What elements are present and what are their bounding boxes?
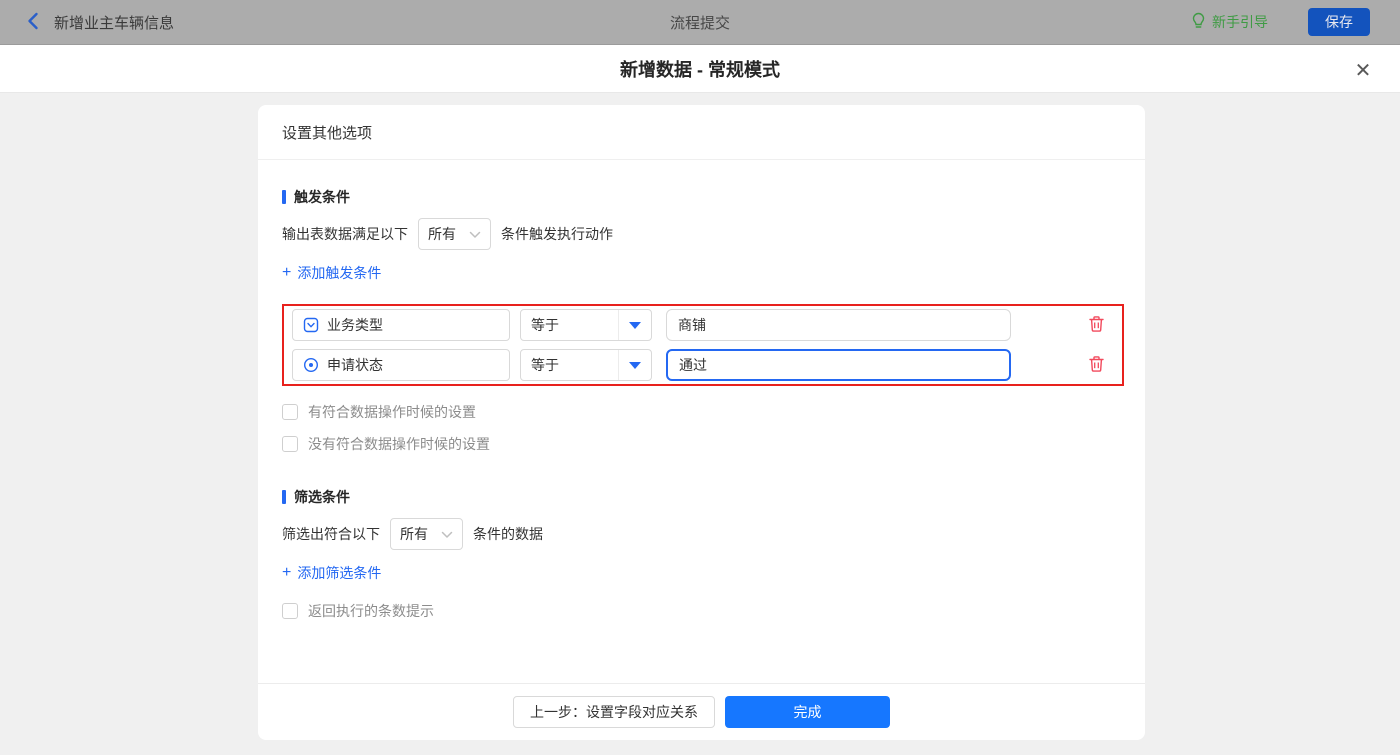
filter-sentence-suffix: 条件的数据 xyxy=(473,526,543,542)
condition-row: 申请状态 等于 xyxy=(292,349,1122,381)
trash-icon xyxy=(1088,315,1105,336)
matched-data-settings-checkbox[interactable]: 有符合数据操作时候的设置 xyxy=(282,402,1121,422)
checkbox-icon xyxy=(282,436,298,452)
trigger-conditions-annotated-block: 业务类型 等于 商铺 申请状态 等于 通过 xyxy=(282,304,1124,386)
condition-field-select[interactable]: 申请状态 xyxy=(292,349,510,381)
checkbox-icon xyxy=(282,603,298,619)
delete-condition-button[interactable] xyxy=(1086,315,1106,335)
condition-row: 业务类型 等于 xyxy=(292,309,1122,341)
caret-down-icon xyxy=(618,350,651,380)
delete-condition-button[interactable] xyxy=(1086,355,1106,375)
condition-value-input[interactable] xyxy=(666,349,1011,381)
lightbulb-icon xyxy=(1191,12,1212,33)
trigger-sentence-row: 输出表数据满足以下 所有 条件触发执行动作 xyxy=(282,218,1121,250)
modal-header: 新增数据 - 常规模式 ✕ xyxy=(0,45,1400,93)
add-filter-condition-link[interactable]: + 添加筛选条件 xyxy=(282,563,381,583)
condition-operator-select[interactable]: 等于 xyxy=(520,309,652,341)
no-matched-data-settings-checkbox[interactable]: 没有符合数据操作时候的设置 xyxy=(282,434,1121,454)
modal-title: 新增数据 - 常规模式 xyxy=(620,59,780,80)
previous-step-button[interactable]: 上一步：设置字段对应关系 xyxy=(513,696,715,728)
chevron-left-icon xyxy=(26,12,40,33)
beginner-guide-label: 新手引导 xyxy=(1212,14,1268,30)
plus-icon: + xyxy=(282,564,292,581)
beginner-guide-link[interactable]: 新手引导 xyxy=(1191,12,1268,33)
filter-sentence-prefix: 筛选出符合以下 xyxy=(282,526,380,542)
add-trigger-condition-link[interactable]: + 添加触发条件 xyxy=(282,263,381,283)
trigger-sentence-suffix: 条件触发执行动作 xyxy=(501,226,613,242)
condition-field-select[interactable]: 业务类型 xyxy=(292,309,510,341)
done-button[interactable]: 完成 xyxy=(725,696,890,728)
checkbox-icon xyxy=(282,404,298,420)
trigger-sentence-prefix: 输出表数据满足以下 xyxy=(282,226,408,242)
close-icon[interactable]: ✕ xyxy=(1350,57,1376,83)
trigger-match-select[interactable]: 所有 xyxy=(418,218,491,250)
trigger-section-title: 触发条件 xyxy=(282,187,1121,207)
section-marker xyxy=(282,190,286,204)
modal-body: 设置其他选项 触发条件 输出表数据满足以下 所有 条件触发执行动作 + 添加触发… xyxy=(0,93,1400,755)
filter-match-select[interactable]: 所有 xyxy=(390,518,463,550)
card-footer: 上一步：设置字段对应关系 完成 xyxy=(258,683,1145,740)
chevron-down-icon xyxy=(469,226,481,242)
topbar: 新增业主车辆信息 流程提交 新手引导 保存 xyxy=(0,0,1400,45)
back-button[interactable] xyxy=(26,12,40,33)
topbar-center-title: 流程提交 xyxy=(669,14,730,32)
return-count-tip-checkbox[interactable]: 返回执行的条数提示 xyxy=(282,601,1121,621)
section-marker xyxy=(282,490,286,504)
workflow-title: 新增业主车辆信息 xyxy=(54,14,175,32)
card-header: 设置其他选项 xyxy=(258,105,1145,160)
trash-icon xyxy=(1088,355,1105,376)
condition-operator-select[interactable]: 等于 xyxy=(520,349,652,381)
radio-field-icon xyxy=(303,357,319,373)
chevron-down-icon xyxy=(441,526,453,542)
caret-down-icon xyxy=(618,310,651,340)
save-button[interactable]: 保存 xyxy=(1308,8,1370,36)
filter-section-title: 筛选条件 xyxy=(282,487,1121,507)
filter-sentence-row: 筛选出符合以下 所有 条件的数据 xyxy=(282,518,1121,550)
options-card: 设置其他选项 触发条件 输出表数据满足以下 所有 条件触发执行动作 + 添加触发… xyxy=(258,105,1145,740)
dropdown-field-icon xyxy=(303,317,319,333)
plus-icon: + xyxy=(282,264,292,281)
condition-value-input[interactable] xyxy=(666,309,1011,341)
